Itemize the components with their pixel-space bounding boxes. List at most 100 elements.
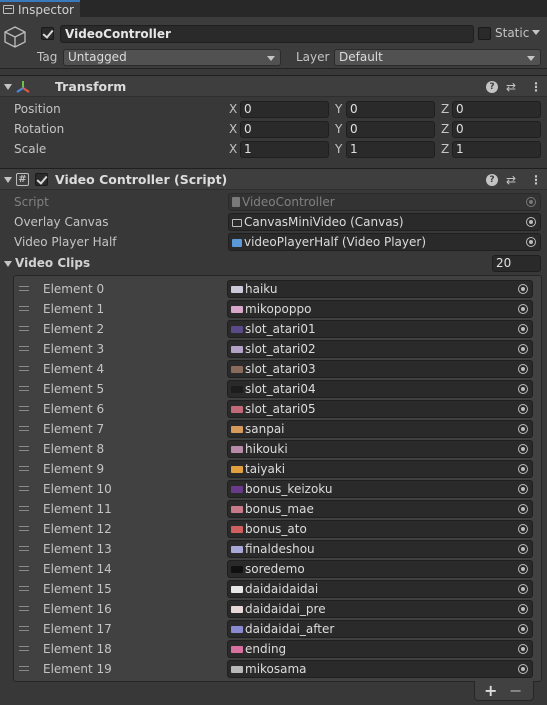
video-clip-field[interactable]: ending (227, 640, 533, 658)
drag-handle-icon[interactable] (19, 606, 29, 611)
drag-handle-icon[interactable] (19, 586, 29, 591)
object-picker-icon[interactable] (518, 404, 528, 414)
video-clip-field[interactable]: daidaidaidai (227, 580, 533, 598)
axis-z-label[interactable]: Z (441, 122, 449, 136)
drag-handle-icon[interactable] (19, 366, 29, 371)
rotation-y-field[interactable]: 0 (346, 121, 435, 138)
video-clip-field[interactable]: slot_atari01 (227, 320, 533, 338)
video-clip-field[interactable]: slot_atari02 (227, 340, 533, 358)
video-clip-field[interactable]: bonus_mae (227, 500, 533, 518)
object-picker-icon[interactable] (526, 217, 536, 227)
drag-handle-icon[interactable] (19, 406, 29, 411)
axis-z-label[interactable]: Z (441, 102, 449, 116)
scale-y-field[interactable]: 1 (346, 141, 435, 158)
layer-dropdown[interactable]: Default (334, 49, 541, 66)
scale-x-field[interactable]: 1 (240, 141, 329, 158)
drag-handle-icon[interactable] (19, 526, 29, 531)
video-clip-field[interactable]: sanpai (227, 420, 533, 438)
overlay-canvas-field[interactable]: CanvasMiniVideo (Canvas) (228, 213, 541, 231)
video-clips-size-field[interactable]: 20 (492, 255, 541, 272)
more-options-icon[interactable]: ⋮ (530, 173, 542, 187)
video-clip-field[interactable]: bonus_ato (227, 520, 533, 538)
object-picker-icon[interactable] (518, 384, 528, 394)
position-y-field[interactable]: 0 (346, 101, 435, 118)
object-picker-icon[interactable] (518, 284, 528, 294)
axis-x-label[interactable]: X (229, 102, 237, 116)
object-picker-icon[interactable] (518, 604, 528, 614)
axis-x-label[interactable]: X (229, 142, 237, 156)
drag-handle-icon[interactable] (19, 546, 29, 551)
component-enabled-checkbox[interactable] (35, 173, 48, 186)
video-clip-field[interactable]: daidaidai_after (227, 620, 533, 638)
video-clip-field[interactable]: haiku (227, 280, 533, 298)
video-clip-field[interactable]: slot_atari05 (227, 400, 533, 418)
drag-handle-icon[interactable] (19, 506, 29, 511)
video-clip-field[interactable]: soredemo (227, 560, 533, 578)
video-clip-field[interactable]: mikopoppo (227, 300, 533, 318)
object-picker-icon[interactable] (518, 344, 528, 354)
static-dropdown-icon[interactable] (532, 30, 540, 35)
object-picker-icon[interactable] (526, 237, 536, 247)
scale-z-field[interactable]: 1 (452, 141, 541, 158)
object-picker-icon[interactable] (518, 364, 528, 374)
object-picker-icon[interactable] (518, 444, 528, 454)
video-clip-field[interactable]: slot_atari04 (227, 380, 533, 398)
drag-handle-icon[interactable] (19, 466, 29, 471)
drag-handle-icon[interactable] (19, 626, 29, 631)
drag-handle-icon[interactable] (19, 426, 29, 431)
object-picker-icon[interactable] (518, 544, 528, 554)
video-clip-field[interactable]: slot_atari03 (227, 360, 533, 378)
foldout-arrow-icon[interactable] (4, 84, 12, 90)
video-clip-field[interactable]: finaldeshou (227, 540, 533, 558)
object-picker-icon[interactable] (518, 564, 528, 574)
object-picker-icon[interactable] (518, 624, 528, 634)
drag-handle-icon[interactable] (19, 666, 29, 671)
rotation-z-field[interactable]: 0 (452, 121, 541, 138)
drag-handle-icon[interactable] (19, 346, 29, 351)
video-clips-foldout-icon[interactable] (4, 261, 12, 267)
axis-y-label[interactable]: Y (335, 142, 342, 156)
rotation-x-field[interactable]: 0 (240, 121, 329, 138)
static-checkbox[interactable] (478, 27, 491, 40)
axis-x-label[interactable]: X (229, 122, 237, 136)
foldout-arrow-icon[interactable] (4, 177, 12, 183)
tag-dropdown[interactable]: Untagged (63, 49, 281, 66)
gameobject-name-field[interactable]: VideoController (60, 25, 474, 43)
object-picker-icon[interactable] (518, 304, 528, 314)
drag-handle-icon[interactable] (19, 446, 29, 451)
position-z-field[interactable]: 0 (452, 101, 541, 118)
help-icon[interactable]: ? (486, 81, 498, 93)
drag-handle-icon[interactable] (19, 566, 29, 571)
transform-header[interactable]: Transform ? ⇄ ⋮ (0, 75, 547, 97)
axis-y-label[interactable]: Y (335, 122, 342, 136)
object-picker-icon[interactable] (518, 324, 528, 334)
static-label[interactable]: Static (495, 26, 529, 40)
object-picker-icon[interactable] (518, 504, 528, 514)
position-x-field[interactable]: 0 (240, 101, 329, 118)
more-options-icon[interactable]: ⋮ (530, 80, 542, 94)
drag-handle-icon[interactable] (19, 286, 29, 291)
video-clip-field[interactable]: bonus_keizoku (227, 480, 533, 498)
video-player-half-field[interactable]: videoPlayerHalf (Video Player) (228, 233, 541, 251)
video-clip-field[interactable]: mikosama (227, 660, 533, 678)
axis-z-label[interactable]: Z (441, 142, 449, 156)
object-picker-icon[interactable] (518, 484, 528, 494)
object-picker-icon[interactable] (518, 464, 528, 474)
object-picker-icon[interactable] (518, 424, 528, 434)
object-picker-icon[interactable] (518, 644, 528, 654)
video-clip-field[interactable]: taiyaki (227, 460, 533, 478)
presets-icon[interactable]: ⇄ (506, 173, 516, 187)
object-picker-icon[interactable] (518, 524, 528, 534)
drag-handle-icon[interactable] (19, 386, 29, 391)
video-clip-field[interactable]: daidaidai_pre (227, 600, 533, 618)
active-checkbox[interactable] (41, 27, 54, 40)
drag-handle-icon[interactable] (19, 326, 29, 331)
remove-element-button[interactable]: − (509, 681, 522, 700)
object-picker-icon[interactable] (518, 584, 528, 594)
video-clips-label[interactable]: Video Clips (15, 256, 90, 270)
video-clip-field[interactable]: hikouki (227, 440, 533, 458)
video-controller-header[interactable]: # Video Controller (Script) ? ⇄ ⋮ (0, 168, 547, 190)
presets-icon[interactable]: ⇄ (506, 80, 516, 94)
tab-inspector[interactable]: Inspector (0, 0, 80, 17)
object-picker-icon[interactable] (518, 664, 528, 674)
